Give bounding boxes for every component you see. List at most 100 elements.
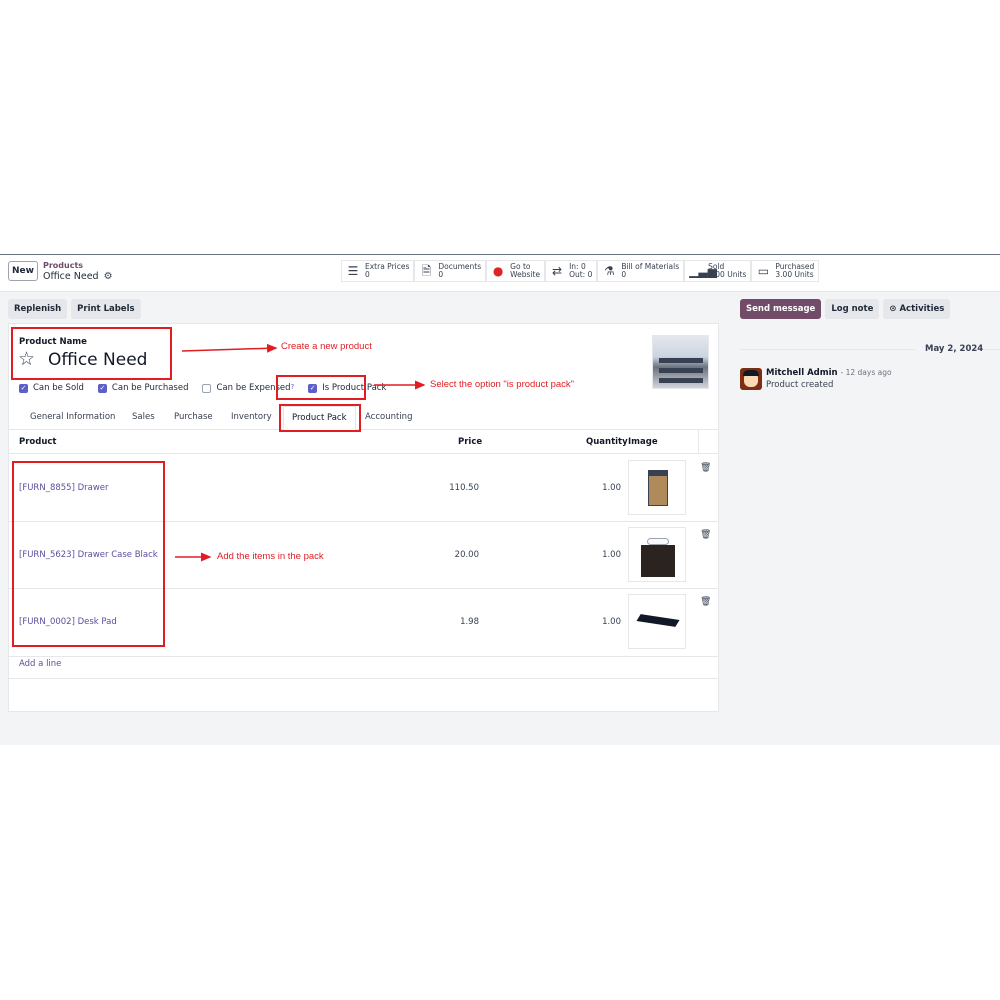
- tab-inventory[interactable]: Inventory: [231, 412, 272, 422]
- annotation-create-product: Create a new product: [281, 341, 372, 352]
- message-author-name[interactable]: Mitchell Admin: [766, 368, 838, 378]
- activities-label: Activities: [899, 304, 945, 314]
- image-table-row: [659, 368, 703, 373]
- documents-count: 0: [438, 270, 444, 279]
- chatter-topbar: Send message Log note ⊙ Activities: [740, 299, 951, 319]
- activities-button[interactable]: ⊙ Activities: [883, 299, 951, 319]
- drawer-image-top: [648, 470, 668, 476]
- documents-text: Documents 0: [438, 263, 481, 279]
- globe-icon: ●: [492, 264, 504, 278]
- trash-icon[interactable]: 🗑: [700, 597, 711, 607]
- pack-product-price[interactable]: 1.98: [460, 617, 479, 627]
- add-a-line-link[interactable]: Add a line: [19, 659, 61, 669]
- breadcrumb-current: Office Need ⚙: [43, 271, 113, 283]
- go-to-website-button[interactable]: ● Go to Website: [486, 260, 546, 282]
- transfer-icon: ⇄: [552, 264, 563, 278]
- pack-product-price[interactable]: 110.50: [449, 483, 479, 493]
- breadcrumb-current-label: Office Need: [43, 271, 99, 282]
- website-label: Website: [510, 270, 541, 279]
- trash-icon[interactable]: 🗑: [700, 463, 711, 473]
- sold-text: Sold 2.00 Units: [708, 263, 746, 279]
- pack-product-price[interactable]: 20.00: [455, 550, 479, 560]
- desk-pad-image-shape: [636, 614, 680, 627]
- date-separator-line: [740, 349, 915, 350]
- list-icon: ☰: [347, 264, 359, 278]
- annotation-box-pack-items: [12, 461, 165, 647]
- breadcrumb-products-link[interactable]: Products: [43, 261, 113, 271]
- pack-table-header: Product Price Quantity Image: [9, 430, 718, 454]
- annotation-box-is-product-pack: [276, 375, 366, 400]
- image-table-row: [659, 358, 703, 363]
- form-action-bar: Replenish Print Labels: [8, 299, 141, 319]
- bar-chart-icon: ▁▃▅: [689, 264, 717, 278]
- date-separator-line: [983, 349, 1000, 350]
- purchased-text: Purchased 3.00 Units: [775, 263, 814, 279]
- column-image[interactable]: Image: [628, 437, 658, 447]
- pack-product-image: [628, 460, 686, 515]
- extra-prices-button[interactable]: ☰ Extra Prices 0: [341, 260, 415, 282]
- replenish-button[interactable]: Replenish: [8, 299, 68, 319]
- table-footer-divider: [9, 678, 718, 679]
- tab-purchase[interactable]: Purchase: [174, 412, 213, 422]
- new-button[interactable]: New: [8, 261, 38, 281]
- product-image[interactable]: [652, 335, 709, 389]
- checkbox-checked-icon: ✓: [19, 383, 28, 393]
- gear-icon[interactable]: ⚙: [104, 271, 113, 283]
- trash-icon[interactable]: 🗑: [700, 530, 711, 540]
- sink-image-cabinet: [641, 545, 675, 577]
- extra-prices-count: 0: [365, 270, 370, 279]
- card-icon: ▭: [757, 264, 770, 278]
- sold-units: 2.00 Units: [708, 270, 747, 279]
- avatar[interactable]: [740, 368, 762, 390]
- pack-product-quantity[interactable]: 1.00: [602, 550, 621, 560]
- tab-general-information[interactable]: General Information: [30, 412, 115, 422]
- column-price[interactable]: Price: [458, 437, 482, 447]
- go-to-website-text: Go to Website: [510, 263, 540, 279]
- annotation-box-product-name: [11, 327, 172, 380]
- log-note-button[interactable]: Log note: [825, 299, 880, 319]
- purchased-units: 3.00 Units: [775, 270, 814, 279]
- out-count: Out: 0: [569, 270, 593, 279]
- annotation-box-product-pack-tab: [279, 404, 361, 432]
- chatter-date: May 2, 2024: [925, 344, 984, 354]
- bom-count: 0: [621, 270, 627, 279]
- tab-accounting[interactable]: Accounting: [365, 412, 412, 422]
- bill-of-materials-button[interactable]: ⚗ Bill of Materials 0: [597, 260, 685, 282]
- documents-button[interactable]: 🗎 Documents 0: [414, 260, 487, 282]
- annotation-select-option: Select the option "is product pack": [430, 379, 575, 390]
- can-be-sold-checkbox[interactable]: ✓ Can be Sold: [19, 383, 84, 393]
- can-be-purchased-checkbox[interactable]: ✓ Can be Purchased: [97, 383, 189, 393]
- avatar-hair: [743, 370, 759, 376]
- flask-icon: ⚗: [603, 264, 615, 278]
- column-product[interactable]: Product: [19, 437, 57, 447]
- in-out-button[interactable]: ⇄ In: 0 Out: 0: [545, 260, 598, 282]
- pack-product-quantity[interactable]: 1.00: [602, 483, 621, 493]
- column-separator: [698, 430, 699, 454]
- message-timestamp: - 12 days ago: [840, 368, 892, 377]
- checkbox-unchecked-icon: [202, 383, 212, 393]
- sold-button[interactable]: ▁▃▅ Sold 2.00 Units: [684, 260, 752, 282]
- documents-label: Documents: [438, 262, 482, 271]
- pack-product-image: [628, 527, 686, 582]
- sink-image-basin: [647, 538, 669, 545]
- print-labels-button[interactable]: Print Labels: [71, 299, 141, 319]
- pack-product-image: [628, 594, 686, 649]
- document-icon: 🗎: [421, 264, 432, 278]
- can-be-purchased-label: Can be Purchased: [111, 383, 189, 393]
- extra-prices-label: Extra Prices: [365, 262, 410, 271]
- smart-buttons: ☰ Extra Prices 0 🗎 Documents 0 ● Go to Webs…: [341, 260, 820, 282]
- message-author[interactable]: Mitchell Admin - 12 days ago: [766, 368, 892, 378]
- annotation-add-items: Add the items in the pack: [217, 551, 324, 562]
- chatter-date-separator: May 2, 2024: [740, 344, 1000, 354]
- bom-text: Bill of Materials 0: [621, 263, 679, 279]
- in-out-text: In: 0 Out: 0: [569, 263, 592, 279]
- pack-product-quantity[interactable]: 1.00: [602, 617, 621, 627]
- purchased-button[interactable]: ▭ Purchased 3.00 Units: [751, 260, 820, 282]
- control-panel: New Products Office Need ⚙ ☰ Extra Price…: [0, 255, 1000, 292]
- image-table-row: [659, 378, 703, 383]
- tab-sales[interactable]: Sales: [132, 412, 155, 422]
- send-message-button[interactable]: Send message: [740, 299, 822, 319]
- extra-prices-text: Extra Prices 0: [365, 263, 409, 279]
- can-be-sold-label: Can be Sold: [33, 383, 84, 393]
- column-quantity[interactable]: Quantity: [586, 437, 628, 447]
